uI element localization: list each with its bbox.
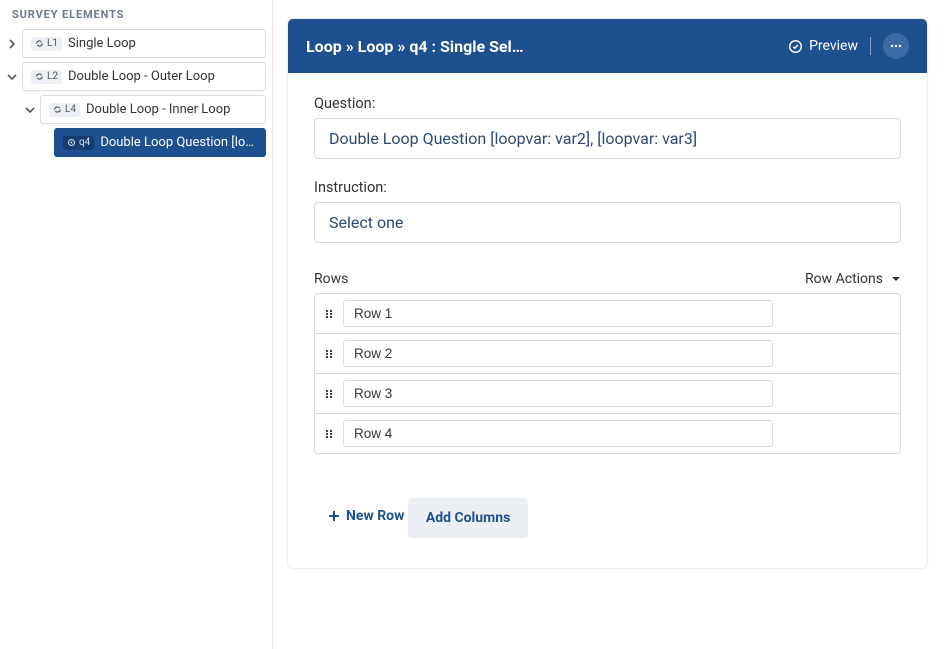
row-label-input[interactable] <box>343 420 773 447</box>
instruction-label: Instruction: <box>314 179 901 196</box>
main-panel: Loop » Loop » q4 : Single Sel… Preview Q… <box>273 0 946 649</box>
preview-button[interactable]: Preview <box>788 38 858 54</box>
question-input[interactable]: Double Loop Question [loopvar: var2], [l… <box>314 118 901 159</box>
tree-item-l4[interactable]: L4 Double Loop - Inner Loop <box>40 95 266 124</box>
row-actions-label: Row Actions <box>805 271 883 287</box>
chevron-down-icon[interactable] <box>6 71 18 83</box>
add-columns-button[interactable]: Add Columns <box>408 498 528 538</box>
sidebar-title: SURVEY ELEMENTS <box>6 8 266 29</box>
table-row <box>315 374 900 414</box>
table-row <box>315 294 900 334</box>
loop-badge: L1 <box>31 37 62 51</box>
rows-table <box>314 293 901 454</box>
chevron-down-icon[interactable] <box>24 104 36 116</box>
badge-code: q4 <box>79 138 90 148</box>
question-label: Question: <box>314 95 901 112</box>
question-editor-card: Loop » Loop » q4 : Single Sel… Preview Q… <box>287 18 928 569</box>
badge-code: L4 <box>65 105 76 115</box>
row-input-wrap <box>343 294 900 333</box>
drag-handle-icon[interactable] <box>315 374 343 413</box>
table-row <box>315 334 900 374</box>
plus-icon <box>328 510 340 522</box>
breadcrumb: Loop » Loop » q4 : Single Sel… <box>306 37 524 56</box>
row-label-input[interactable] <box>343 300 773 327</box>
row-label-input[interactable] <box>343 380 773 407</box>
tree-item-q4[interactable]: q4 Double Loop Question [loopv… <box>54 128 266 157</box>
loop-badge: L2 <box>31 70 62 84</box>
badge-code: L1 <box>47 39 58 49</box>
question-badge: q4 <box>63 136 94 150</box>
card-header: Loop » Loop » q4 : Single Sel… Preview <box>288 19 927 73</box>
instruction-input[interactable]: Select one <box>314 202 901 243</box>
card-body: Question: Double Loop Question [loopvar:… <box>288 73 927 568</box>
drag-handle-icon[interactable] <box>315 414 343 453</box>
new-row-button[interactable]: New Row <box>314 508 404 524</box>
tree-item-l1[interactable]: L1 Single Loop <box>22 29 266 58</box>
row-input-wrap <box>343 414 900 453</box>
ellipsis-icon <box>889 39 903 53</box>
drag-handle-icon[interactable] <box>315 334 343 373</box>
divider <box>870 37 871 55</box>
row-input-wrap <box>343 334 900 373</box>
new-row-label: New Row <box>346 508 404 524</box>
row-input-wrap <box>343 374 900 413</box>
tree-item-l2[interactable]: L2 Double Loop - Outer Loop <box>22 62 266 91</box>
rows-header: Rows Row Actions <box>314 271 901 287</box>
tree-item-label: Single Loop <box>68 36 257 51</box>
drag-handle-icon[interactable] <box>315 294 343 333</box>
preview-icon <box>788 39 803 54</box>
tree-item-label: Double Loop Question [loopv… <box>100 135 257 150</box>
caret-down-icon <box>891 274 901 284</box>
tree-row: L1 Single Loop <box>6 29 266 58</box>
tree-row: L2 Double Loop - Outer Loop <box>6 62 266 91</box>
row-actions-dropdown[interactable]: Row Actions <box>805 271 901 287</box>
rows-label: Rows <box>314 271 348 287</box>
tree-row: L4 Double Loop - Inner Loop <box>6 95 266 124</box>
loop-badge: L4 <box>49 103 80 117</box>
more-actions-button[interactable] <box>883 33 909 59</box>
sidebar: SURVEY ELEMENTS L1 Single Loop L2 Double… <box>0 0 273 649</box>
tree-item-label: Double Loop - Inner Loop <box>86 102 257 117</box>
badge-code: L2 <box>47 72 58 82</box>
tree-row: q4 Double Loop Question [loopv… <box>6 128 266 157</box>
tree-item-label: Double Loop - Outer Loop <box>68 69 257 84</box>
row-label-input[interactable] <box>343 340 773 367</box>
preview-label: Preview <box>809 38 858 54</box>
chevron-right-icon[interactable] <box>6 38 18 50</box>
header-actions: Preview <box>788 33 909 59</box>
table-row <box>315 414 900 453</box>
